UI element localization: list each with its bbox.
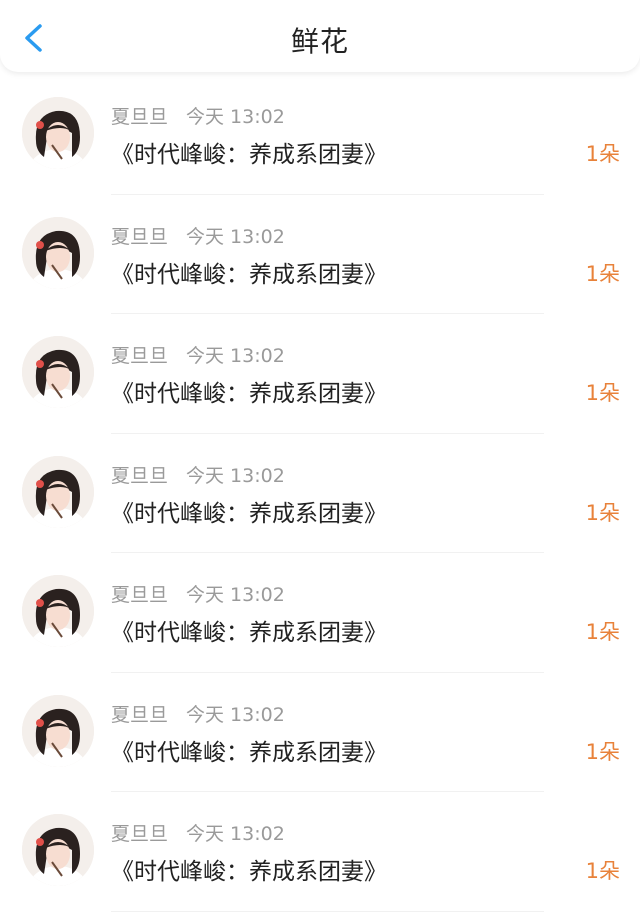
flower-count: 1朵 <box>585 859 620 883</box>
avatar[interactable] <box>22 694 94 767</box>
flower-list: 夏旦旦 今天 13:02 《时代峰峻：养成系团妻》 1朵 夏旦旦 今天 13:02 … <box>0 75 640 912</box>
avatar[interactable] <box>22 97 94 169</box>
flower-count: 1朵 <box>585 500 620 525</box>
list-item[interactable]: 夏旦旦 今天 13:02 《时代峰峻：养成系团妻》 1朵 <box>0 75 640 195</box>
avatar[interactable] <box>22 575 94 647</box>
user-name: 夏旦旦 <box>111 823 169 845</box>
timestamp: 今天 13:02 <box>186 823 285 845</box>
user-name: 夏旦旦 <box>111 703 169 726</box>
user-name: 夏旦旦 <box>111 584 169 606</box>
book-title: 《时代峰峻：养成系团妻》 <box>111 142 387 168</box>
user-name: 夏旦旦 <box>111 225 169 248</box>
timestamp: 今天 13:02 <box>186 106 285 128</box>
book-title: 《时代峰峻：养成系团妻》 <box>111 261 387 288</box>
item-meta: 夏旦旦 今天 13:02 <box>111 461 285 488</box>
flower-count: 1朵 <box>585 739 620 764</box>
item-meta: 夏旦旦 今天 13:02 <box>111 341 285 368</box>
timestamp: 今天 13:02 <box>186 345 285 367</box>
avatar[interactable] <box>22 216 94 289</box>
flower-count: 1朵 <box>585 261 620 286</box>
book-title: 《时代峰峻：养成系团妻》 <box>111 739 387 766</box>
book-title: 《时代峰峻：养成系团妻》 <box>111 859 387 885</box>
item-meta: 夏旦旦 今天 13:02 <box>111 580 285 607</box>
book-title: 《时代峰峻：养成系团妻》 <box>111 381 387 407</box>
item-meta: 夏旦旦 今天 13:02 <box>111 222 285 249</box>
page-title: 鲜花 <box>290 25 349 58</box>
flower-count: 1朵 <box>585 142 620 166</box>
item-meta: 夏旦旦 今天 13:02 <box>111 700 285 727</box>
user-name: 夏旦旦 <box>111 345 169 367</box>
list-item[interactable]: 夏旦旦 今天 13:02 《时代峰峻：养成系团妻》 1朵 <box>0 434 640 553</box>
timestamp: 今天 13:02 <box>186 225 285 248</box>
timestamp: 今天 13:02 <box>186 464 285 487</box>
book-title: 《时代峰峻：养成系团妻》 <box>111 620 387 646</box>
timestamp: 今天 13:02 <box>186 703 285 726</box>
avatar[interactable] <box>22 455 94 528</box>
book-title: 《时代峰峻：养成系团妻》 <box>111 500 387 527</box>
list-item[interactable]: 夏旦旦 今天 13:02 《时代峰峻：养成系团妻》 1朵 <box>0 314 640 434</box>
flower-count: 1朵 <box>585 620 620 644</box>
item-meta: 夏旦旦 今天 13:02 <box>111 102 285 129</box>
list-item[interactable]: 夏旦旦 今天 13:02 《时代峰峻：养成系团妻》 1朵 <box>0 673 640 792</box>
avatar[interactable] <box>22 336 94 408</box>
user-name: 夏旦旦 <box>111 106 169 128</box>
list-item[interactable]: 夏旦旦 今天 13:02 《时代峰峻：养成系团妻》 1朵 <box>0 553 640 673</box>
list-item[interactable]: 夏旦旦 今天 13:02 《时代峰峻：养成系团妻》 1朵 <box>0 195 640 314</box>
timestamp: 今天 13:02 <box>186 584 285 606</box>
user-name: 夏旦旦 <box>111 464 169 487</box>
avatar[interactable] <box>22 814 94 886</box>
flower-count: 1朵 <box>585 381 620 405</box>
divider <box>111 910 544 912</box>
item-meta: 夏旦旦 今天 13:02 <box>111 819 285 846</box>
list-item[interactable]: 夏旦旦 今天 13:02 《时代峰峻：养成系团妻》 1朵 <box>0 792 640 912</box>
top-bar: 鲜花 <box>0 0 640 72</box>
